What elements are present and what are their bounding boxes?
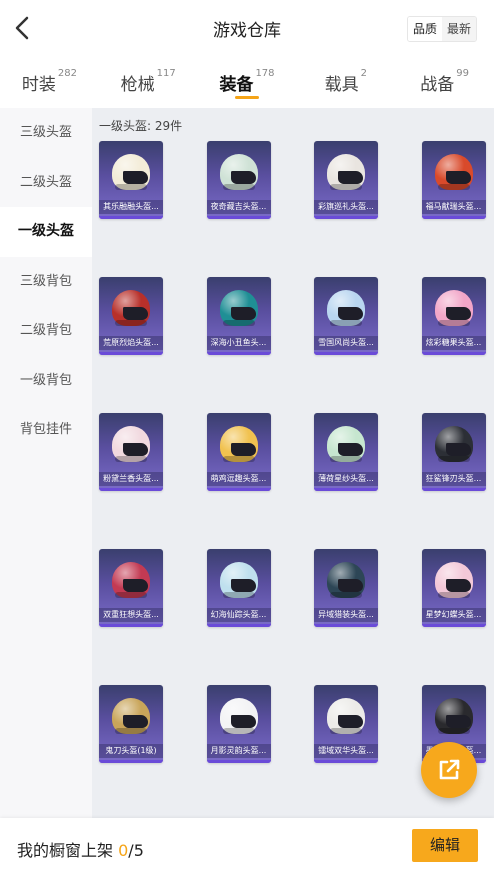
header: 游戏仓库 品质 最新 — [0, 0, 494, 56]
footer-bar: 我的橱窗上架 0/5 编辑 — [0, 818, 494, 875]
edit-button[interactable]: 编辑 — [412, 829, 478, 862]
tab-supplies[interactable]: 战备99 — [395, 56, 494, 108]
tab-count: 117 — [156, 68, 176, 79]
tab-label: 装备 — [219, 75, 254, 95]
item-card[interactable]: 异域猎装头盔... — [314, 549, 378, 627]
item-card[interactable]: 荒原烈焰头盔... — [99, 277, 163, 355]
tab-label: 时装 — [21, 75, 56, 95]
helmet-image — [327, 562, 365, 602]
showcase-current-count: 0 — [118, 841, 129, 860]
share-button[interactable] — [421, 742, 477, 798]
item-name: 薄荷星纱头盔... — [314, 472, 378, 486]
tab-fashion[interactable]: 时装282 — [0, 56, 99, 108]
item-card[interactable]: 炫彩糖果头盔... — [421, 277, 486, 355]
item-name: 狂鲨锋刃头盔... — [421, 472, 486, 486]
helmet-image — [219, 290, 258, 330]
item-card[interactable]: 幻海仙踪头盔... — [206, 549, 271, 627]
item-card[interactable]: 双重狂想头盔... — [99, 549, 163, 627]
tab-count: 178 — [255, 68, 275, 79]
sidebar: 三级头盔 二级头盔 一级头盔 三级背包 二级背包 一级背包 背包挂件 — [0, 108, 92, 818]
helmet-image — [112, 426, 150, 466]
item-grid: 其乐融融头盔... 夜奇藏吉头盔... 彩旗巡礼头盔... 福马献瑞头盔... 荒原烈焰… — [99, 141, 489, 818]
share-icon — [439, 759, 460, 780]
item-card[interactable]: 星梦幻蝶头盔... — [421, 549, 486, 627]
item-name: 雪国风尚头盔... — [314, 336, 378, 350]
item-name: 月影灵韵头盔... — [206, 744, 271, 758]
sidebar-item-backpack-lv3[interactable]: 三级背包 — [0, 257, 92, 307]
active-tab-indicator — [234, 96, 259, 99]
item-name: 夜奇藏吉头盔... — [206, 200, 271, 214]
item-name: 鬼刀头盔(1级) — [99, 744, 163, 758]
item-card[interactable]: 萌鸡逗趣头盔... — [206, 413, 271, 491]
tab-weapons[interactable]: 枪械117 — [99, 56, 198, 108]
item-name: 粉黛兰香头盔... — [99, 472, 163, 486]
item-name: 星梦幻蝶头盔... — [421, 608, 486, 622]
sidebar-item-helmet-lv2[interactable]: 二级头盔 — [0, 158, 92, 208]
item-content: 一级头盔: 29件 其乐融融头盔... 夜奇藏吉头盔... 彩旗巡礼头盔... 福马献… — [92, 108, 494, 818]
helmet-image — [434, 154, 473, 194]
item-name: 荒原烈焰头盔... — [99, 336, 163, 350]
helmet-image — [327, 698, 365, 738]
item-card[interactable]: 薄荷星纱头盔... — [314, 413, 378, 491]
tab-label: 战备 — [420, 75, 455, 95]
item-name: 镭域双华头盔... — [314, 744, 378, 758]
helmet-image — [327, 426, 365, 466]
helmet-image — [434, 562, 473, 602]
helmet-image — [434, 290, 473, 330]
sort-option-newest[interactable]: 最新 — [441, 17, 476, 41]
item-name: 双重狂想头盔... — [99, 608, 163, 622]
item-card[interactable]: 深海小丑鱼头... — [206, 277, 271, 355]
item-name: 其乐融融头盔... — [99, 200, 163, 214]
helmet-image — [112, 290, 150, 330]
item-name: 幻海仙踪头盔... — [206, 608, 271, 622]
sort-toggle: 品质 最新 — [406, 16, 477, 42]
helmet-image — [112, 562, 150, 602]
helmet-image — [219, 154, 258, 194]
item-card[interactable]: 彩旗巡礼头盔... — [314, 141, 378, 219]
helmet-image — [327, 154, 365, 194]
item-name: 炫彩糖果头盔... — [421, 336, 486, 350]
item-card[interactable]: 月影灵韵头盔... — [206, 685, 271, 763]
tab-equipment[interactable]: 装备178 — [198, 56, 297, 108]
tab-count: 2 — [360, 68, 367, 79]
category-tabs: 时装282 枪械117 装备178 载具2 战备99 — [0, 56, 494, 108]
helmet-image — [219, 426, 258, 466]
tab-vehicles[interactable]: 载具2 — [296, 56, 395, 108]
item-card[interactable]: 雪国风尚头盔... — [314, 277, 378, 355]
showcase-label: 我的橱窗上架 — [17, 841, 114, 860]
helmet-image — [434, 698, 473, 738]
showcase-status: 我的橱窗上架 0/5 — [17, 837, 144, 861]
item-card[interactable]: 粉黛兰香头盔... — [99, 413, 163, 491]
showcase-total: /5 — [128, 841, 144, 860]
item-card[interactable]: 福马献瑞头盔... — [421, 141, 486, 219]
item-card[interactable]: 夜奇藏吉头盔... — [206, 141, 271, 219]
item-card[interactable]: 鬼刀头盔(1级) — [99, 685, 163, 763]
helmet-image — [112, 154, 150, 194]
sidebar-item-backpack-lv1[interactable]: 一级背包 — [0, 356, 92, 406]
helmet-image — [219, 562, 258, 602]
item-name: 深海小丑鱼头... — [206, 336, 271, 350]
item-card[interactable]: 其乐融融头盔... — [99, 141, 163, 219]
helmet-image — [434, 426, 473, 466]
item-card[interactable]: 镭域双华头盔... — [314, 685, 378, 763]
sidebar-item-helmet-lv1[interactable]: 一级头盔 — [0, 207, 92, 257]
item-name: 彩旗巡礼头盔... — [314, 200, 378, 214]
tab-label: 载具 — [324, 75, 359, 95]
tab-count: 99 — [456, 68, 469, 79]
sidebar-item-backpack-charm[interactable]: 背包挂件 — [0, 405, 92, 455]
tab-label: 枪械 — [120, 75, 155, 95]
helmet-image — [219, 698, 258, 738]
item-name: 萌鸡逗趣头盔... — [206, 472, 271, 486]
helmet-image — [327, 290, 365, 330]
tab-count: 282 — [57, 68, 77, 79]
helmet-image — [112, 698, 150, 738]
sidebar-item-backpack-lv2[interactable]: 二级背包 — [0, 306, 92, 356]
item-card[interactable]: 狂鲨锋刃头盔... — [421, 413, 486, 491]
section-title: 一级头盔: 29件 — [99, 119, 183, 133]
sort-option-quality[interactable]: 品质 — [407, 17, 442, 41]
item-name: 福马献瑞头盔... — [421, 200, 486, 214]
item-name: 异域猎装头盔... — [314, 608, 378, 622]
sidebar-item-helmet-lv3[interactable]: 三级头盔 — [0, 108, 92, 158]
warehouse-body: 三级头盔 二级头盔 一级头盔 三级背包 二级背包 一级背包 背包挂件 一级头盔:… — [0, 108, 494, 818]
